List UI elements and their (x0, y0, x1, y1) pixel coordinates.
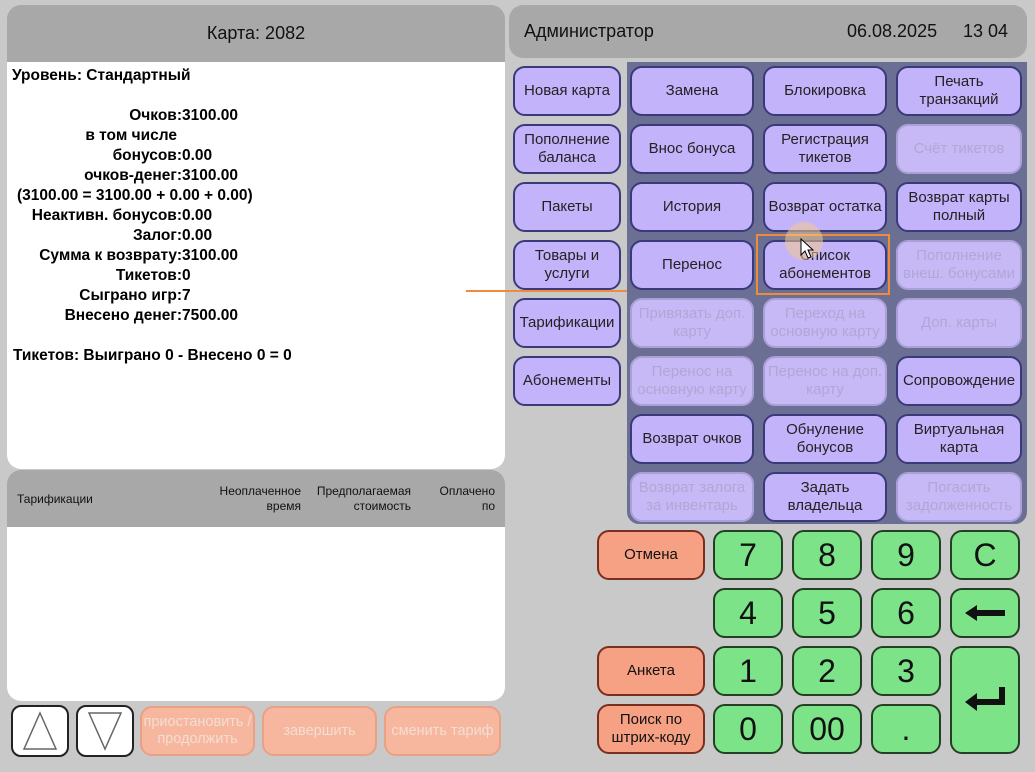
escort-button[interactable]: Сопровождение (896, 356, 1022, 406)
key-2[interactable]: 2 (792, 646, 862, 696)
key-0[interactable]: 0 (713, 704, 783, 754)
replace-button[interactable]: Замена (630, 66, 754, 116)
pause-resume-button[interactable]: приостановить / продолжить (140, 706, 255, 756)
col-unpaid-time: Неоплаченное время (219, 484, 301, 513)
tariff-table-body[interactable] (7, 527, 505, 701)
col-estimated-cost: Предполагаемая стоимость (316, 484, 411, 513)
key-backspace[interactable] (950, 588, 1020, 638)
key-00[interactable]: 00 (792, 704, 862, 754)
change-tariff-button[interactable]: сменить тариф (384, 706, 501, 756)
user-name: Администратор (524, 21, 654, 41)
finish-button[interactable]: завершить (262, 706, 377, 756)
subscriptions-button[interactable]: Абонементы (513, 356, 621, 406)
current-date: 06.08.2025 (847, 21, 938, 41)
key-9[interactable]: 9 (871, 530, 941, 580)
goods-services-button[interactable]: Товары и услуги (513, 240, 621, 290)
transfer-to-extra-card-button[interactable]: Перенос на доп. карту (763, 356, 887, 406)
key-clear[interactable]: C (950, 530, 1020, 580)
mouse-pointer-icon (800, 238, 815, 259)
extra-cards-button[interactable]: Доп. карты (896, 298, 1022, 348)
key-4[interactable]: 4 (713, 588, 783, 638)
refund-points-button[interactable]: Возврат очков (630, 414, 754, 464)
key-3[interactable]: 3 (871, 646, 941, 696)
transfer-to-main-card-button[interactable]: Перенос на основную карту (630, 356, 754, 406)
barcode-search-button[interactable]: Поиск по штрих-коду (597, 704, 705, 754)
admin-header: Администратор 06.08.2025 13 04 (509, 5, 1027, 58)
return-equipment-deposit-button[interactable]: Возврат залога за инвентарь (630, 472, 754, 522)
block-button[interactable]: Блокировка (763, 66, 887, 116)
current-time: 13 04 (963, 21, 1009, 41)
triangle-up-icon (22, 711, 58, 750)
register-tickets-button[interactable]: Регистрация тикетов (763, 124, 887, 174)
key-8[interactable]: 8 (792, 530, 862, 580)
virtual-card-button[interactable]: Виртуальная карта (896, 414, 1022, 464)
link-extra-card-button[interactable]: Привязать доп. карту (630, 298, 754, 348)
key-7[interactable]: 7 (713, 530, 783, 580)
key-5[interactable]: 5 (792, 588, 862, 638)
backspace-arrow-icon (965, 605, 1005, 621)
external-bonus-topup-button[interactable]: Пополнение внеш. бонусами (896, 240, 1022, 290)
cancel-button[interactable]: Отмена (597, 530, 705, 580)
pay-debt-button[interactable]: Погасить задолженность (896, 472, 1022, 522)
key-dot[interactable]: . (871, 704, 941, 754)
top-up-balance-button[interactable]: Пополнение баланса (513, 124, 621, 174)
refund-balance-button[interactable]: Возврат остатка (763, 182, 887, 232)
new-card-button[interactable]: Новая карта (513, 66, 621, 116)
print-transactions-button[interactable]: Печать транзакций (896, 66, 1022, 116)
triangle-down-icon (87, 712, 123, 751)
key-enter[interactable] (950, 646, 1020, 754)
key-6[interactable]: 6 (871, 588, 941, 638)
tariffs-button[interactable]: Тарификации (513, 298, 621, 348)
ticket-count-button[interactable]: Счёт тикетов (896, 124, 1022, 174)
tariff-table-header: Тарификации Неоплаченное время Предполаг… (7, 470, 505, 527)
set-owner-button[interactable]: Задать владельца (763, 472, 887, 522)
key-1[interactable]: 1 (713, 646, 783, 696)
form-button[interactable]: Анкета (597, 646, 705, 696)
transfer-button[interactable]: Перенос (630, 240, 754, 290)
history-button[interactable]: История (630, 182, 754, 232)
reset-bonuses-button[interactable]: Обнуление бонусов (763, 414, 887, 464)
col-paid-until: Оплачено по (439, 484, 495, 513)
add-bonus-button[interactable]: Внос бонуса (630, 124, 754, 174)
selection-highlight (756, 234, 890, 295)
enter-arrow-icon (965, 687, 1005, 711)
full-card-return-button[interactable]: Возврат карты полный (896, 182, 1022, 232)
packages-button[interactable]: Пакеты (513, 182, 621, 232)
scroll-up-button[interactable] (11, 705, 69, 757)
go-to-main-card-button[interactable]: Переход на основную карту (763, 298, 887, 348)
col-tariffs: Тарификации (17, 492, 93, 506)
scroll-down-button[interactable] (76, 705, 134, 757)
